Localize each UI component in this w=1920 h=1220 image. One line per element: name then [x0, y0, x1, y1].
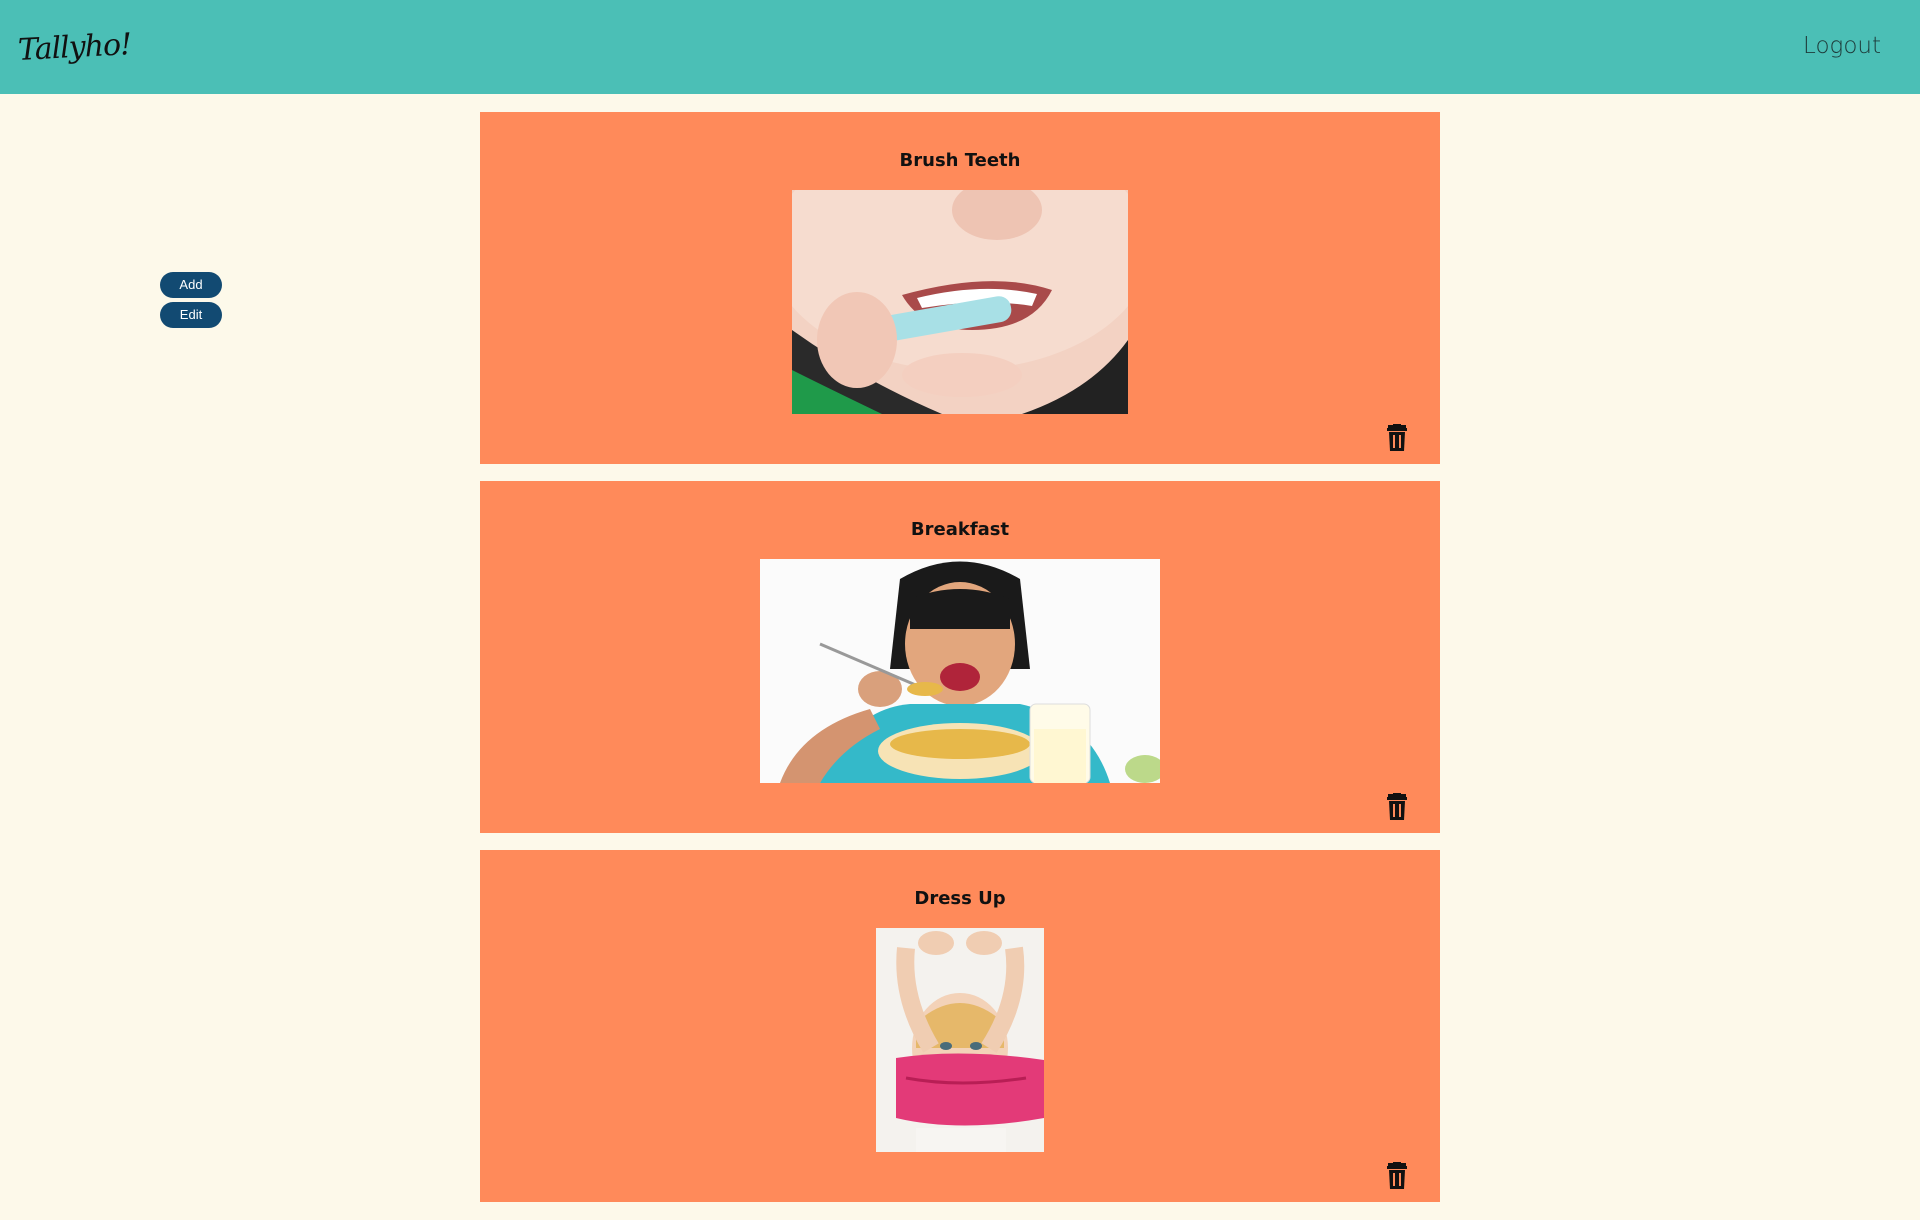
task-card: Dress Up — [480, 850, 1440, 1202]
task-image — [876, 928, 1044, 1152]
task-image — [760, 559, 1160, 783]
trash-icon[interactable] — [1384, 793, 1410, 821]
task-card: Breakfast — [480, 481, 1440, 833]
task-list: Brush Teeth Breakfast Dress Up — [480, 112, 1440, 1219]
task-title: Brush Teeth — [899, 150, 1021, 171]
task-image — [792, 190, 1128, 414]
app-logo[interactable]: Tallyho! — [17, 27, 132, 68]
side-actions: Add Edit — [160, 272, 222, 332]
edit-button[interactable]: Edit — [160, 302, 222, 328]
top-navbar: Tallyho! Logout — [0, 0, 1920, 94]
logout-link[interactable]: Logout — [1803, 33, 1881, 59]
task-card: Brush Teeth — [480, 112, 1440, 464]
trash-icon[interactable] — [1384, 424, 1410, 452]
task-title: Breakfast — [910, 519, 1010, 540]
add-button[interactable]: Add — [160, 272, 222, 298]
trash-icon[interactable] — [1384, 1162, 1410, 1190]
task-title: Dress Up — [914, 888, 1006, 909]
